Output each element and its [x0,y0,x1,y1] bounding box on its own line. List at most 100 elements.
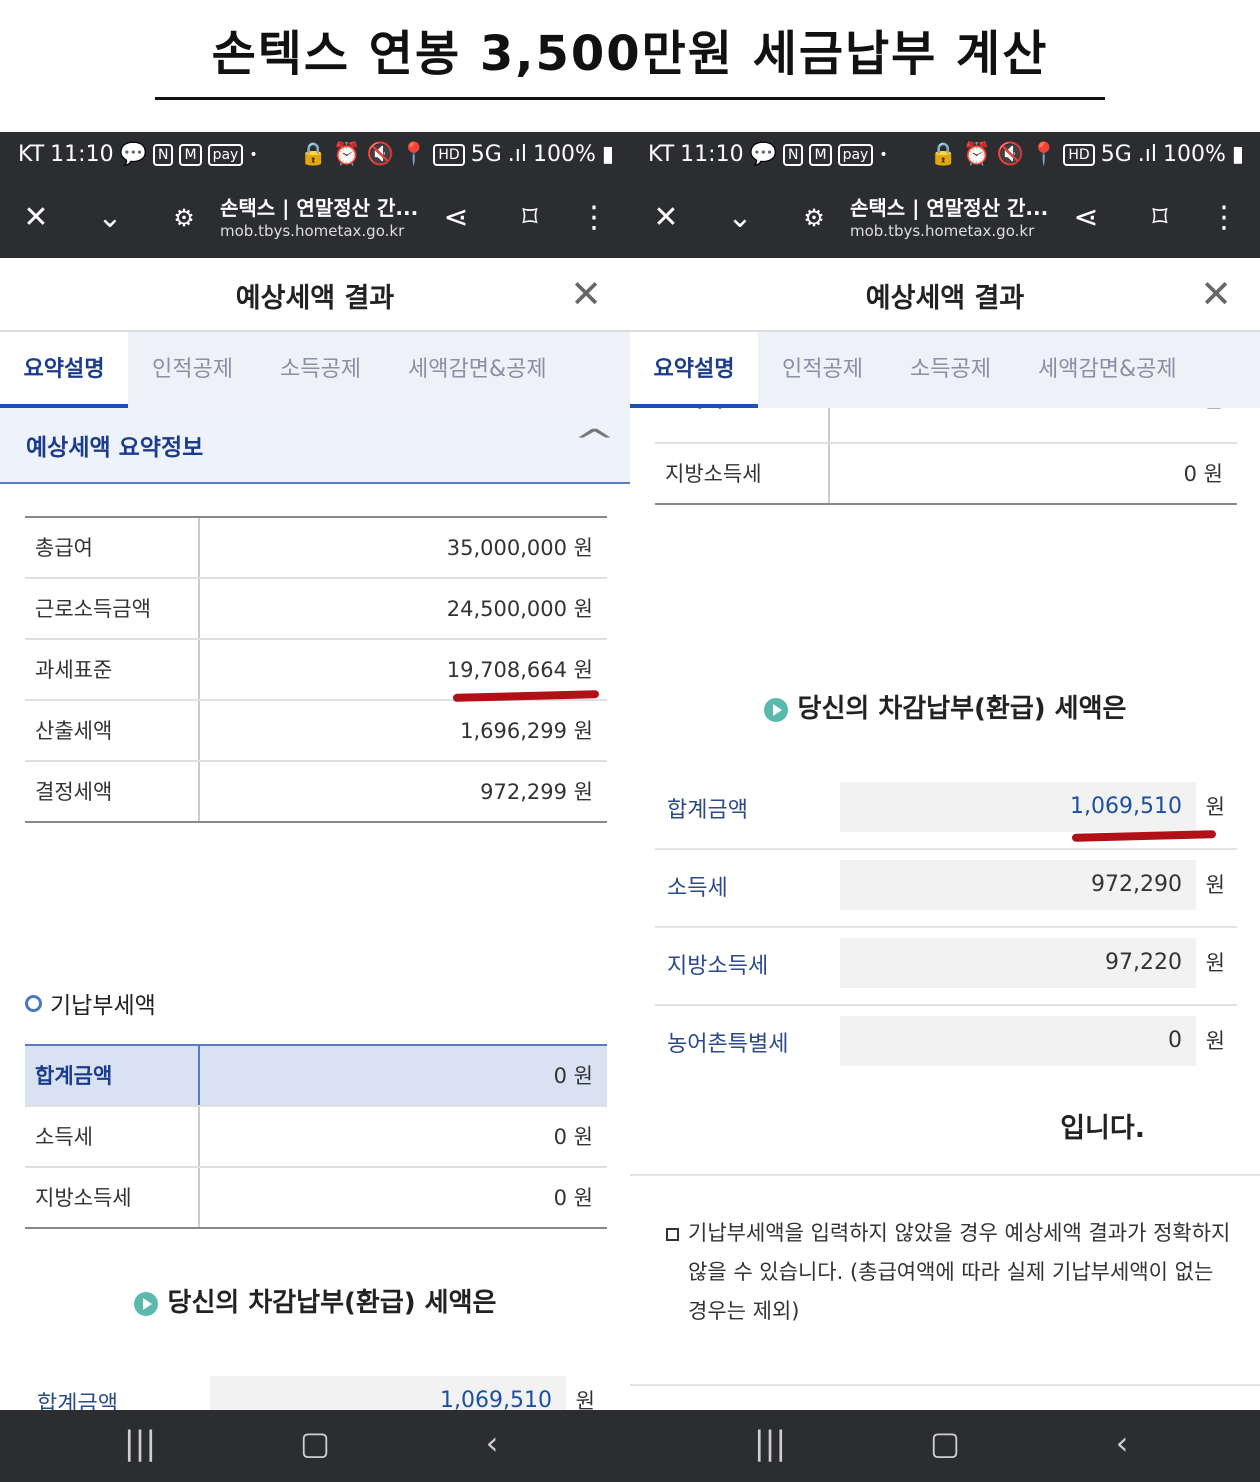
row-label: 산출세액 [25,701,200,760]
browser-toolbar: ✕ ⌄ ⚙ 손택스 | 연말정산 간... mob.tbys.hometax.g… [0,180,630,258]
tab-income-deduction[interactable]: 소득공제 [280,332,361,408]
tab-tax-credit[interactable]: 세액감면&공제 [408,332,547,408]
row-value: 972,299 원 [480,780,593,804]
tab-tax-credit[interactable]: 세액감면&공제 [1038,332,1177,408]
close-icon[interactable]: ✕ [14,198,58,238]
android-nav-bar: ||| ▢ ‹ [630,1410,1260,1482]
chat-icon: 💬 [119,142,147,167]
home-icon[interactable]: ▢ [285,1424,345,1462]
back-icon[interactable]: ‹ [462,1424,522,1462]
tab-summary[interactable]: 요약설명 [630,332,758,408]
table-row: 근로소득금액 24,500,000 원 [25,579,607,640]
refund-title: 당신의 차감납부(환급) 세액은 [0,1282,630,1319]
battery-level: 100% [1162,142,1226,167]
naver-icon: N [782,143,804,166]
play-bullet-icon [763,697,788,722]
more-notifications-icon: • [879,146,888,163]
refund-title-text: 당신의 차감납부(환급) 세액은 [167,1288,497,1318]
mute-icon: 🔇 [996,142,1024,167]
status-bar: KT 11:10 💬 N M pay • 🔒 ⏰ 🔇 📍 HD 5G .ıl 1… [630,132,1260,180]
page-title: 손택스 | 연말정산 간... [220,196,419,220]
hd-icon: HD [1063,143,1095,166]
row-value: 0 원 [553,1186,593,1210]
recent-apps-icon[interactable]: ||| [110,1424,170,1462]
phone-screenshot-right: KT 11:10 💬 N M pay • 🔒 ⏰ 🔇 📍 HD 5G .ıl 1… [630,132,1260,1482]
refund-row-unit: 원 [1205,951,1225,975]
summary-accordion-header[interactable]: 예상세액 요약정보 ^ [0,408,630,484]
row-label: 근로소득금액 [25,579,200,638]
share-icon[interactable]: ⋖ [1064,198,1108,238]
more-menu-icon[interactable]: ⋮ [572,198,616,238]
tab-personal-deduction[interactable]: 인적공제 [152,332,233,408]
chevron-down-icon[interactable]: ⌄ [718,198,762,238]
tab-income-deduction[interactable]: 소득공제 [910,332,991,408]
refund-row-value: 1,069,510 [210,1376,566,1410]
divider [630,1384,1260,1386]
close-icon[interactable]: ✕ [644,198,688,238]
row-value: 0 원 [830,408,1237,442]
row-label: 소득세 [25,1107,200,1166]
site-settings-icon[interactable]: ⚙ [792,198,836,238]
share-icon[interactable]: ⋖ [434,198,478,238]
modal-close-icon[interactable]: ✕ [570,272,602,316]
more-menu-icon[interactable]: ⋮ [1202,198,1246,238]
signal-icon: .ıl [507,142,527,167]
bookmark-icon[interactable]: ⌑ [1138,198,1182,238]
carrier-label: KT [18,142,45,167]
circle-bullet-icon [25,994,42,1012]
summary-table: 총급여 35,000,000 원 근로소득금액 24,500,000 원 과세표준 1… [25,516,607,823]
table-row: 소득세0 원 [655,408,1237,444]
refund-row-unit: 원 [1205,1029,1225,1053]
scroll-content[interactable]: 예상세액 요약정보 ^ 총급여 35,000,000 원 근로소득금액 24,500… [0,408,630,1410]
refund-row-label: 합계금액 [37,1392,118,1410]
row-value: 35,000,000 원 [446,536,593,560]
clock: 11:10 [680,142,744,167]
signal-icon: .ıl [1137,142,1157,167]
home-icon[interactable]: ▢ [915,1424,975,1462]
prepaid-table-partial: 소득세0 원 지방소득세0 원 [655,408,1237,505]
row-label: 지방소득세 [655,444,830,503]
refund-row-value: 972,290 [840,860,1196,910]
prepaid-section-title: 기납부세액 [25,986,156,1020]
pay-icon: pay [207,143,244,166]
refund-row: 농어촌특별세 0 원 [655,1006,1237,1084]
phone-screenshot-left: KT 11:10 💬 N M pay • 🔒 ⏰ 🔇 📍 HD 5G .ıl 1… [0,132,630,1482]
row-value: 0 원 [1183,462,1223,486]
table-row: 소득세0 원 [25,1107,607,1168]
recent-apps-icon[interactable]: ||| [740,1424,800,1462]
summary-accordion-title: 예상세액 요약정보 [26,435,204,461]
chevron-up-icon[interactable]: ^ [573,422,616,460]
banner-title: 손텍스 연봉 3,500만원 세금납부 계산 [211,26,1049,82]
back-icon[interactable]: ‹ [1092,1424,1152,1462]
table-row: 지방소득세 0 원 [655,444,1237,505]
mail-icon: M [809,143,832,166]
battery-icon: ▮ [1231,142,1244,167]
refund-row-unit: 원 [1205,873,1225,897]
battery-level: 100% [532,142,596,167]
tab-bar: 요약설명 인적공제 소득공제 세액감면&공제 [630,332,1260,408]
bookmark-icon[interactable]: ⌑ [508,198,552,238]
modal-close-icon[interactable]: ✕ [1200,272,1232,316]
refund-row-value: 0 [840,1016,1196,1066]
5g-icon: 5G [470,142,502,167]
alarm-icon: ⏰ [963,142,991,167]
refund-row: 합계금액 1,069,510 원 [25,1366,607,1410]
chevron-down-icon[interactable]: ⌄ [88,198,132,238]
table-row: 총급여 35,000,000 원 [25,518,607,579]
modal-title: 예상세액 결과 [235,283,395,314]
scroll-content[interactable]: 소득세0 원 지방소득세0 원 당신의 차감납부(환급) 세액은 합계금액 1,… [630,408,1260,1410]
site-settings-icon[interactable]: ⚙ [162,198,206,238]
row-value: 0 원 [553,1064,593,1088]
tab-personal-deduction[interactable]: 인적공제 [782,332,863,408]
5g-icon: 5G [1100,142,1132,167]
tab-summary[interactable]: 요약설명 [0,332,128,408]
row-value: 19,708,664 원 [446,658,593,682]
refund-row-label: 농어촌특별세 [667,1032,789,1057]
refund-row-label: 소득세 [667,876,728,901]
alarm-icon: ⏰ [333,142,361,167]
refund-suffix: 입니다. [1060,1113,1145,1144]
row-label: 합계금액 [25,1046,200,1105]
refund-row: 지방소득세 97,220 원 [655,928,1237,1006]
refund-row-unit: 원 [575,1389,595,1410]
row-value: 24,500,000 원 [446,597,593,621]
